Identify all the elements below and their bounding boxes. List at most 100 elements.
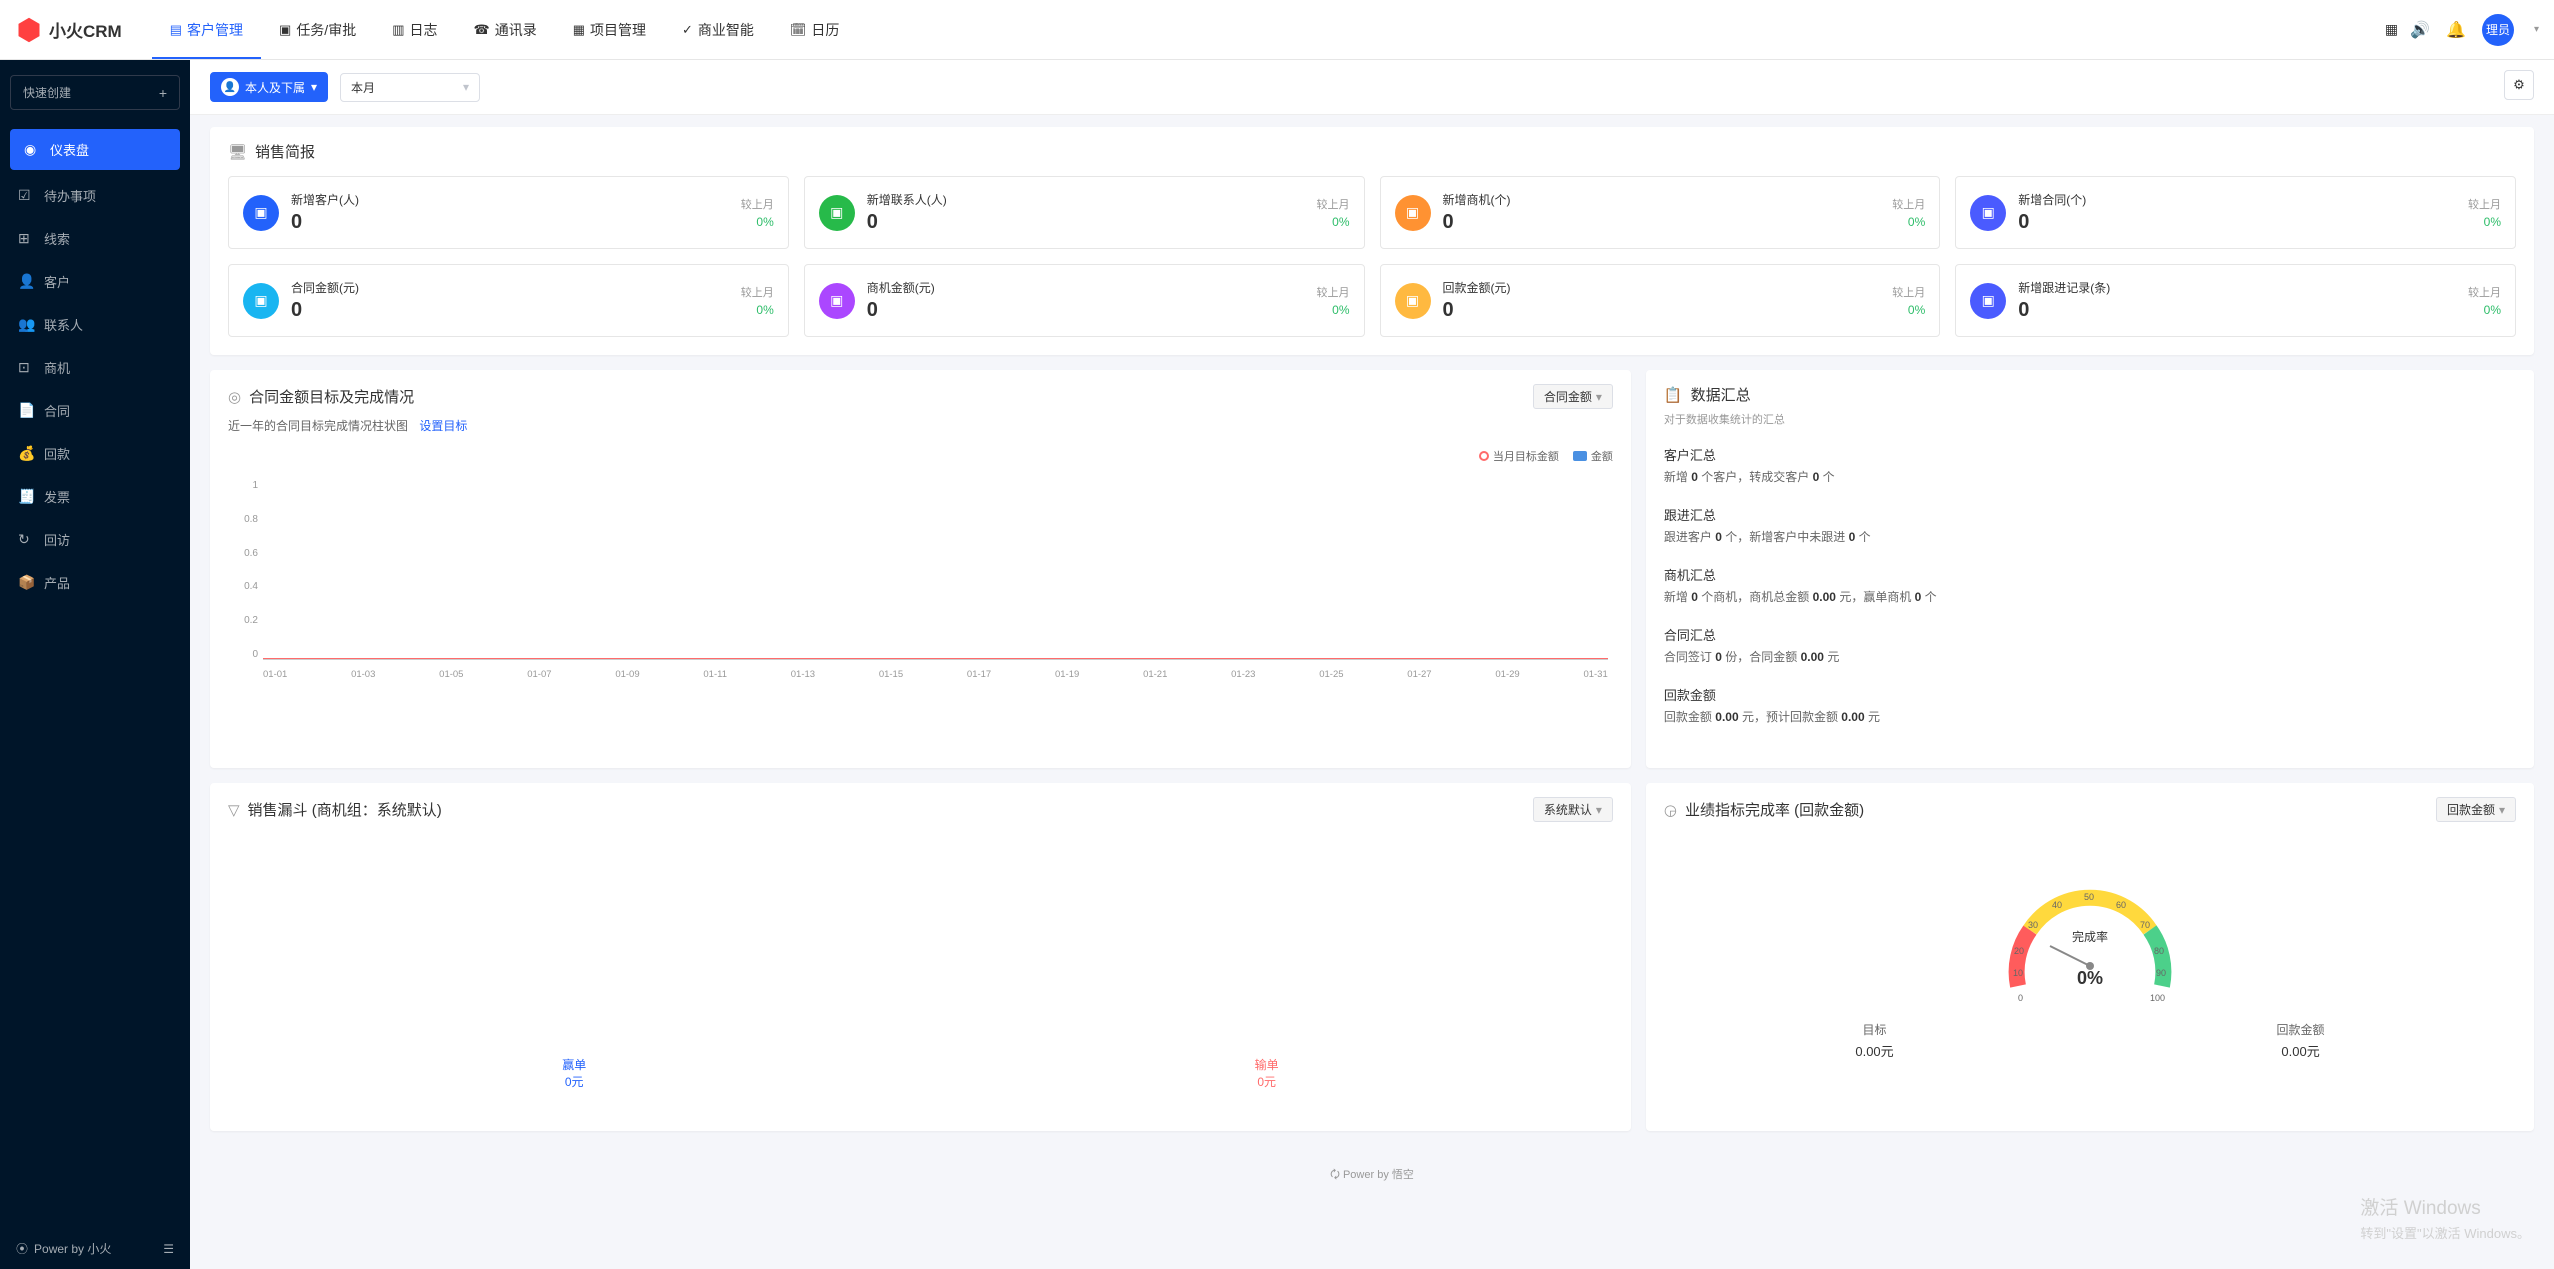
summary-item-text: 新增 0 个客户，转成交客户 0 个 [1664,468,2516,485]
user-avatar[interactable]: 理员 [2482,14,2514,46]
nav-tab-3[interactable]: ☎通讯录 [456,0,555,59]
sidebar-item-0[interactable]: ◉仪表盘 [10,129,180,170]
funnel-win-value: 0元 [562,1073,586,1090]
stat-icon: ▣ [819,283,855,319]
stat-card-2[interactable]: ▣新增商机(个)0较上月0% [1380,176,1941,249]
stat-card-7[interactable]: ▣新增跟进记录(条)0较上月0% [1955,264,2516,337]
x-tick: 01-31 [1583,669,1607,680]
nav-label: 项目管理 [590,20,646,40]
sidebar-item-8[interactable]: 🧾发票 [0,475,190,518]
funnel-lose-value: 0元 [1255,1073,1279,1090]
sidebar-item-10[interactable]: 📦产品 [0,561,190,604]
legend-dot-icon [1479,451,1489,461]
stat-compare: 较上月 [1317,284,1350,300]
scope-select[interactable]: 👤 本人及下属 ▾ [210,72,328,102]
stat-card-3[interactable]: ▣新增合同(个)0较上月0% [1955,176,2516,249]
sidebar-footer: ⦿ Power by 小火 ☰ [0,1228,190,1269]
chart-metric-select[interactable]: 合同金额 ▾ [1533,384,1613,409]
stat-icon: ▣ [243,283,279,319]
nav-tab-2[interactable]: ▥日志 [374,0,455,59]
x-tick: 01-17 [967,669,991,680]
nav-tab-6[interactable]: 🗓日历 [772,0,858,59]
chevron-down-icon: ▾ [463,80,469,94]
svg-text:20: 20 [2014,946,2024,956]
nav-label: 日历 [811,20,839,40]
sidebar-label: 线索 [44,229,70,248]
legend-b: 金额 [1591,448,1613,464]
summary-item-text: 回款金额 0.00 元，预计回款金额 0.00 元 [1664,708,2516,725]
stat-card-6[interactable]: ▣回款金额(元)0较上月0% [1380,264,1941,337]
svg-text:70: 70 [2140,920,2150,930]
stat-label: 新增客户(人) [291,191,359,208]
gauge-chart: 0 10 20 30 40 50 60 70 80 90 [1980,846,2200,1006]
sidebar: 快速创建 + ◉仪表盘☑待办事项⊞线索👤客户👥联系人⊡商机📄合同💰回款🧾发票↻回… [0,60,190,1269]
svg-text:100: 100 [2150,993,2165,1003]
sidebar-icon: 📄 [18,402,34,419]
sidebar-item-6[interactable]: 📄合同 [0,389,190,432]
y-tick: 0 [228,649,258,660]
summary-item-title: 回款金额 [1664,685,2516,704]
nav-tab-5[interactable]: ✓商业智能 [664,0,772,59]
nav-tabs: ▤客户管理▣任务/审批▥日志☎通讯录▦项目管理✓商业智能🗓日历 [152,0,2373,59]
stat-pct: 0% [1892,303,1925,317]
sidebar-item-4[interactable]: 👥联系人 [0,303,190,346]
nav-tab-0[interactable]: ▤客户管理 [152,0,261,59]
stat-value: 0 [867,299,935,322]
sidebar-item-1[interactable]: ☑待办事项 [0,174,190,217]
summary-item-text: 跟进客户 0 个，新增客户中未跟进 0 个 [1664,528,2516,545]
set-target-link[interactable]: 设置目标 [419,419,467,433]
stat-card-5[interactable]: ▣商机金额(元)0较上月0% [804,264,1365,337]
nav-icon: ✓ [682,22,693,38]
summary-item-2: 商机汇总新增 0 个商机，商机总金额 0.00 元，赢单商机 0 个 [1664,555,2516,615]
stat-icon: ▣ [1970,195,2006,231]
stat-pct: 0% [1892,215,1925,229]
sidebar-label: 回款 [44,444,70,463]
stat-label: 新增合同(个) [2018,191,2086,208]
stat-compare: 较上月 [1892,284,1925,300]
sidebar-label: 商机 [44,358,70,377]
nav-tab-1[interactable]: ▣任务/审批 [261,0,374,59]
collapse-icon[interactable]: ☰ [163,1242,174,1256]
sidebar-item-7[interactable]: 💰回款 [0,432,190,475]
nav-tab-4[interactable]: ▦项目管理 [555,0,664,59]
period-select[interactable]: 本月 ▾ [340,73,480,102]
sidebar-item-2[interactable]: ⊞线索 [0,217,190,260]
x-tick: 01-25 [1319,669,1343,680]
quick-create-button[interactable]: 快速创建 + [10,75,180,110]
bell-icon[interactable]: 🔔 [2446,20,2466,40]
summary-item-title: 客户汇总 [1664,445,2516,464]
chevron-down-icon[interactable]: ▾ [2534,24,2539,35]
scope-label: 本人及下属 [245,79,305,96]
summary-item-0: 客户汇总新增 0 个客户，转成交客户 0 个 [1664,435,2516,495]
funnel-lose: 输单 0元 [1255,1056,1279,1090]
sidebar-icon: 👤 [18,273,34,290]
contract-chart-title: 合同金额目标及完成情况 [249,386,414,407]
sidebar-item-9[interactable]: ↻回访 [0,518,190,561]
stat-pct: 0% [1317,303,1350,317]
funnel-group-select[interactable]: 系统默认 ▾ [1533,797,1613,822]
apps-button[interactable]: ▦ [2373,0,2410,59]
y-tick: 0.8 [228,514,258,525]
stat-compare: 较上月 [741,196,774,212]
gauge-card: ◶ 业绩指标完成率 (回款金额) 回款金额 ▾ [1646,783,2534,1131]
sidebar-item-3[interactable]: 👤客户 [0,260,190,303]
stat-label: 新增商机(个) [1443,191,1511,208]
stat-value: 0 [291,299,359,322]
gauge-metric-select[interactable]: 回款金额 ▾ [2436,797,2516,822]
sidebar-item-5[interactable]: ⊡商机 [0,346,190,389]
logo-text: 小火CRM [49,17,122,42]
nav-icon: ▥ [392,22,404,38]
gauge-title: 业绩指标完成率 (回款金额) [1685,799,1864,820]
sound-icon[interactable]: 🔊 [2410,20,2430,40]
settings-button[interactable]: ⚙ [2504,70,2534,100]
stat-value: 0 [1443,299,1511,322]
stat-card-1[interactable]: ▣新增联系人(人)0较上月0% [804,176,1365,249]
sidebar-icon: 👥 [18,316,34,333]
stat-card-0[interactable]: ▣新增客户(人)0较上月0% [228,176,789,249]
stat-card-4[interactable]: ▣合同金额(元)0较上月0% [228,264,789,337]
funnel-lose-label: 输单 [1255,1056,1279,1073]
logo[interactable]: 小火CRM [15,16,122,44]
gear-icon: ⚙ [2513,77,2525,93]
user-icon: 👤 [221,78,239,96]
nav-icon: ☎ [474,22,490,38]
